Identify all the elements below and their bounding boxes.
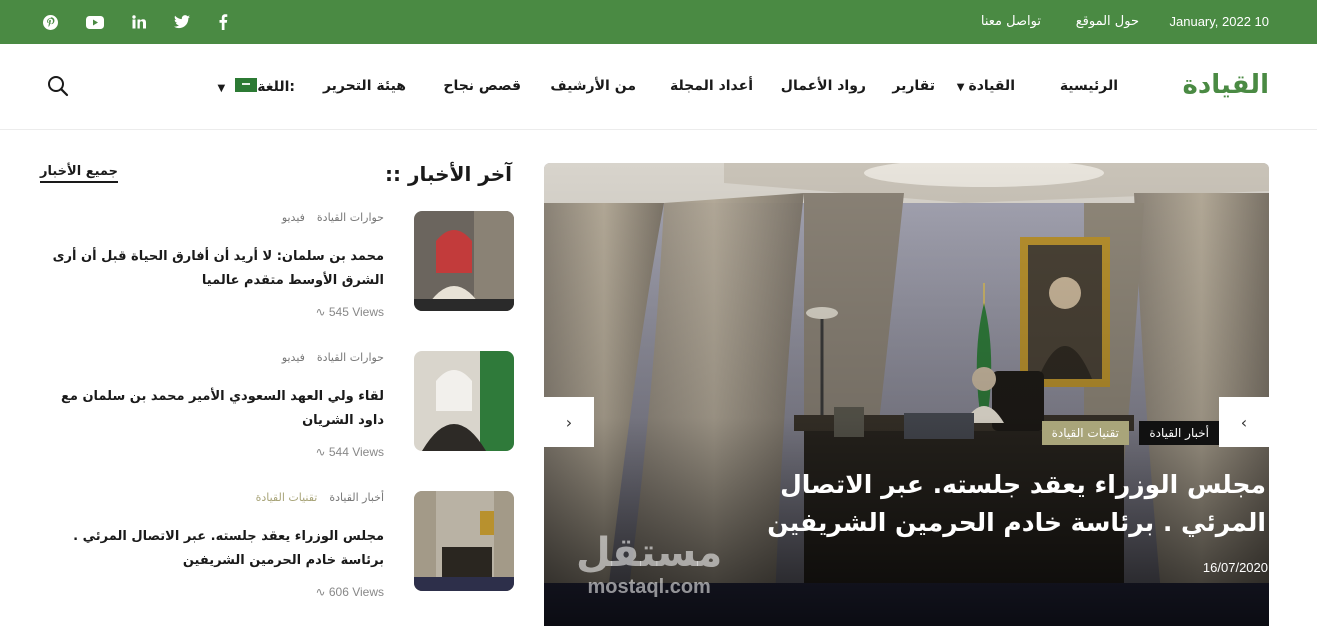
facebook-icon[interactable]	[213, 12, 233, 32]
chevron-down-icon: ▼	[956, 82, 965, 93]
about-link[interactable]: حول الموقع	[1076, 14, 1139, 29]
hero-tag-leadership-news[interactable]: أخبار القيادة	[1139, 421, 1219, 445]
views-count: 606 Views	[328, 585, 384, 599]
category-link[interactable]: حوارات القيادة	[317, 351, 384, 364]
latest-news-heading: :: آخر الأخبار	[385, 162, 512, 186]
chevron-down-icon: ▼	[217, 83, 226, 94]
views-icon: ∿	[315, 585, 326, 599]
main-nav: القيادة الرئيسية ▼ القيادة تقارير رواد ال…	[0, 44, 1317, 130]
nav-success-stories[interactable]: قصص نجاح	[443, 78, 521, 94]
nav-home[interactable]: الرئيسية	[1060, 78, 1118, 94]
category-link[interactable]: أخبار القيادة	[329, 491, 384, 504]
nav-editorial-board[interactable]: هيئة التحرير	[323, 78, 406, 94]
linkedin-icon[interactable]	[129, 12, 149, 32]
news-item: أخبار القيادة تقنيات القيادة مجلس الوزراء…	[40, 491, 514, 599]
news-item: حوارات القيادة فيديو محمد بن سلمان: لا أر…	[40, 211, 514, 319]
news-thumbnail[interactable]	[414, 351, 514, 451]
slider-next-button[interactable]: ‹	[1219, 397, 1269, 447]
chevron-right-icon: ›	[565, 412, 573, 432]
category-link[interactable]: فيديو	[282, 211, 305, 224]
news-title[interactable]: مجلس الوزراء يعقد جلسته. عبر الاتصال الم…	[44, 525, 384, 573]
current-date: January, 2022 10	[1169, 14, 1270, 29]
language-label: اللغة:	[257, 79, 295, 95]
news-views: ∿ 606 Views	[315, 585, 384, 599]
nav-leadership-label: القيادة	[968, 78, 1015, 94]
nav-entrepreneurs[interactable]: رواد الأعمال	[781, 78, 866, 94]
slider-prev-button[interactable]: ›	[544, 397, 594, 447]
news-views: ∿ 544 Views	[315, 445, 384, 459]
top-bar: January, 2022 10 حول الموقع تواصل معنا	[0, 0, 1317, 44]
views-count: 544 Views	[328, 445, 384, 459]
contact-link[interactable]: تواصل معنا	[981, 14, 1041, 29]
views-count: 545 Views	[328, 305, 384, 319]
search-icon[interactable]	[46, 74, 70, 98]
news-categories: حوارات القيادة فيديو	[270, 211, 384, 224]
pinterest-icon[interactable]	[40, 12, 60, 32]
news-thumbnail[interactable]	[414, 491, 514, 591]
news-title[interactable]: محمد بن سلمان: لا أريد أن أفارق الحياة ق…	[44, 245, 384, 293]
nav-reports[interactable]: تقارير	[892, 78, 935, 94]
hero-title[interactable]: مجلس الوزراء يعقد جلسته. عبر الاتصال الم…	[706, 466, 1266, 542]
saudi-flag-icon	[235, 78, 258, 92]
watermark-english: mostaql.com	[587, 576, 711, 598]
site-logo[interactable]: القيادة	[1183, 70, 1269, 100]
language-selector[interactable]: ▼ اللغة:	[218, 78, 295, 95]
watermark: مستقل mostaql.com	[576, 531, 722, 599]
news-thumbnail[interactable]	[414, 211, 514, 311]
hero-tag-leadership-tech[interactable]: تقنيات القيادة	[1041, 421, 1129, 445]
category-link[interactable]: حوارات القيادة	[317, 211, 384, 224]
views-icon: ∿	[315, 305, 326, 319]
nav-issues[interactable]: أعداد المجلة	[670, 78, 753, 94]
hero-date: 16/07/2020	[1202, 560, 1268, 575]
category-link[interactable]: تقنيات القيادة	[256, 491, 318, 504]
news-title[interactable]: لقاء ولي العهد السعودي الأمير محمد بن سل…	[44, 385, 384, 433]
all-news-link[interactable]: جميع الأخبار	[40, 164, 118, 183]
news-categories: حوارات القيادة فيديو	[270, 351, 384, 364]
nav-archive[interactable]: من الأرشيف	[550, 78, 636, 94]
hero-slide-image[interactable]: مستقل mostaql.com	[544, 163, 1269, 626]
news-categories: أخبار القيادة تقنيات القيادة	[244, 491, 384, 504]
news-views: ∿ 545 Views	[315, 305, 384, 319]
chevron-left-icon: ‹	[1240, 412, 1248, 432]
watermark-arabic: مستقل	[576, 530, 723, 576]
views-icon: ∿	[315, 445, 326, 459]
nav-leadership[interactable]: ▼ القيادة	[957, 78, 1015, 94]
category-link[interactable]: فيديو	[282, 351, 305, 364]
news-item: حوارات القيادة فيديو لقاء ولي العهد السعو…	[40, 351, 514, 459]
twitter-icon[interactable]	[172, 12, 192, 32]
youtube-icon[interactable]	[85, 12, 105, 32]
